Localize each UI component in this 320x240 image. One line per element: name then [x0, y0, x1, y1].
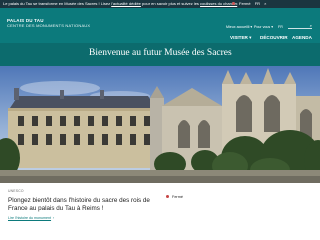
topbar-language[interactable]: FR	[255, 1, 260, 6]
nav-visit-label: VISITER	[230, 35, 248, 40]
status-dot-icon	[166, 195, 169, 198]
announcement-bar: Le palais du Tau se transforme en Musée …	[0, 0, 320, 8]
read-history-link[interactable]: Lire l'histoire du monument ›	[8, 216, 54, 220]
status-dot-icon	[232, 2, 235, 5]
card-kicker: UNESCO	[8, 189, 24, 193]
news-card: UNESCO Plongez bientôt dans l'histoire d…	[0, 183, 320, 240]
language-select[interactable]: FR	[278, 25, 283, 29]
audience-select-label: Pour vous	[254, 25, 271, 29]
hero-title: Bienvenue au futur Musée des Sacres	[89, 48, 232, 58]
opening-status-label: Fermé	[172, 195, 183, 199]
hero-photo	[0, 66, 320, 183]
logo-subtitle: CENTRE DES MONUMENTS NATIONAUX	[7, 23, 91, 28]
announcement-prefix: Le palais du Tau se transforme en Musée …	[3, 1, 112, 6]
news-link[interactable]: l'actualité dédiée	[111, 1, 141, 6]
visit-select-label: Mieux accueilli	[226, 25, 250, 29]
visit-select[interactable]: Mieux accueilli ▾	[226, 25, 252, 29]
search-input[interactable]: ⌕	[288, 23, 312, 29]
status-indicator: Fermé	[232, 1, 251, 6]
chevron-down-icon: ▾	[271, 25, 273, 29]
site-logo[interactable]: PALAIS DU TAU CENTRE DES MONUMENTS NATIO…	[7, 18, 90, 28]
announcement-message: Le palais du Tau se transforme en Musée …	[3, 0, 238, 8]
chevron-down-icon: ▾	[249, 35, 252, 40]
opening-status: Fermé	[166, 195, 183, 199]
audience-select[interactable]: Pour vous ▾	[254, 25, 273, 29]
site-header: PALAIS DU TAU CENTRE DES MONUMENTS NATIO…	[0, 8, 320, 43]
card-headline: Plongez bientôt dans l'histoire du sacre…	[8, 197, 150, 213]
chevron-down-icon: ▾	[250, 25, 253, 29]
search-icon[interactable]: ⌕	[310, 23, 312, 28]
nav-visit[interactable]: VISITER ▾	[230, 35, 251, 41]
close-icon[interactable]: ×	[264, 1, 266, 6]
nav-agenda[interactable]: AGENDA	[292, 35, 312, 40]
nav-discover[interactable]: DÉCOUVRIR	[260, 35, 288, 40]
read-history-label: Lire l'histoire du monument	[8, 216, 52, 220]
status-label: Fermé	[239, 1, 251, 6]
announcement-middle: pour en savoir plus et suivez les	[140, 1, 201, 6]
palace-cathedral-image	[0, 66, 320, 183]
language-select-label: FR	[278, 25, 283, 29]
topbar-right: Fermé FR ×	[229, 0, 267, 8]
chevron-right-icon: ›	[53, 216, 55, 220]
hero-banner: Bienvenue au futur Musée des Sacres	[0, 43, 320, 66]
